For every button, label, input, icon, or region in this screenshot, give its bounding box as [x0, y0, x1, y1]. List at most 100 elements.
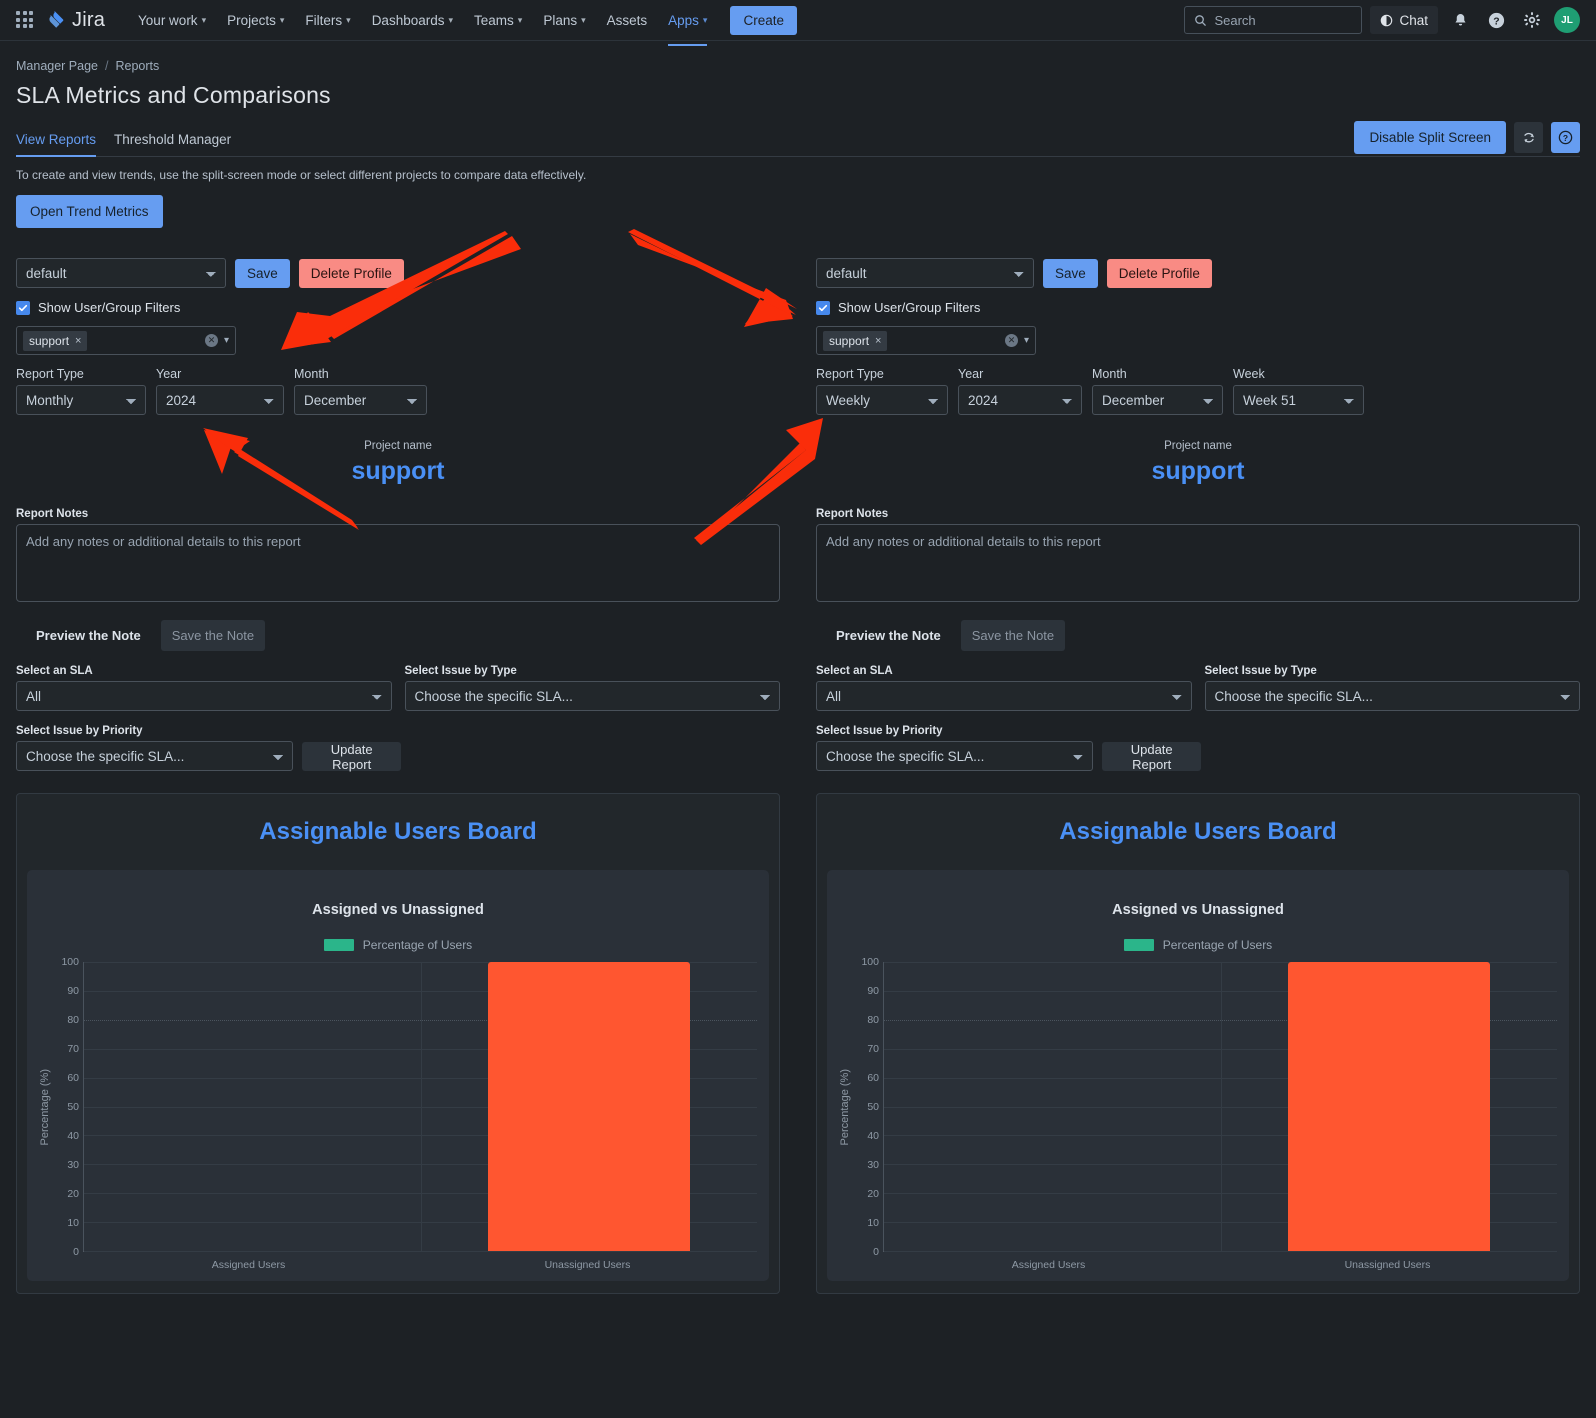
left-year-select[interactable]: 2024 — [156, 385, 284, 415]
help-button[interactable]: ? — [1482, 6, 1510, 34]
right-show-filters-checkbox[interactable] — [816, 300, 830, 315]
chat-icon — [1381, 14, 1393, 26]
left-group-filter-field[interactable]: support × ✕ ▾ — [16, 326, 236, 355]
remove-tag-icon[interactable]: × — [875, 335, 881, 347]
right-y-axis-label: Percentage (%) — [839, 1068, 851, 1146]
tab-bar: View Reports Threshold Manager — [16, 132, 1580, 157]
nav-item-assets[interactable]: Assets — [598, 7, 657, 34]
nav-item-plans[interactable]: Plans ▾ — [534, 7, 594, 34]
left-show-filters-label: Show User/Group Filters — [38, 300, 181, 315]
clear-all-icon[interactable]: ✕ — [204, 334, 218, 347]
left-preview-note-button[interactable]: Preview the Note — [26, 620, 151, 651]
search-placeholder: Search — [1214, 12, 1256, 28]
settings-button[interactable] — [1518, 6, 1546, 34]
breadcrumb-item-reports[interactable]: Reports — [116, 59, 160, 73]
left-select-sla-dropdown[interactable]: All — [16, 681, 392, 711]
tab-view-reports[interactable]: View Reports — [16, 132, 97, 157]
left-update-report-button[interactable]: Update Report — [302, 741, 401, 772]
breadcrumb-item-manager-page[interactable]: Manager Page — [16, 59, 98, 73]
right-select-sla-field: Select an SLA All — [816, 665, 1192, 711]
right-month-select[interactable]: December — [1092, 385, 1223, 415]
right-chart-legend: Percentage of Users — [839, 938, 1557, 952]
y-tick-label: 0 — [73, 1246, 79, 1258]
right-select-sla-dropdown[interactable]: All — [816, 681, 1192, 711]
right-report-type-select[interactable]: Weekly — [816, 385, 948, 415]
left-report-type-select[interactable]: Monthly — [16, 385, 146, 415]
left-delete-profile-button[interactable]: Delete Profile — [298, 258, 404, 288]
refresh-icon — [1523, 132, 1534, 142]
notifications-button[interactable] — [1446, 6, 1474, 34]
nav-item-projects[interactable]: Projects ▾ — [218, 7, 293, 34]
right-update-report-button[interactable]: Update Report — [1102, 741, 1201, 772]
chevron-down-icon: ▾ — [346, 14, 351, 25]
left-select-sla-label: Select an SLA — [16, 665, 93, 677]
left-chart-inner: Assigned vs Unassigned Percentage of Use… — [27, 870, 769, 1281]
nav-label: Plans — [543, 12, 578, 28]
nav-item-your-work[interactable]: Your work ▾ — [129, 7, 215, 34]
left-project-name-block: Project name support — [16, 440, 780, 486]
y-tick-label: 60 — [67, 1072, 79, 1084]
right-issue-type-dropdown[interactable]: Choose the specific SLA... — [1204, 681, 1580, 711]
nav-item-apps[interactable]: Apps ▾ — [659, 7, 716, 46]
chat-button[interactable]: Chat — [1370, 6, 1438, 34]
avatar[interactable]: JL — [1554, 7, 1580, 33]
left-save-button[interactable]: Save — [235, 258, 290, 288]
y-tick-label: 60 — [867, 1072, 879, 1084]
tab-threshold-manager[interactable]: Threshold Manager — [114, 132, 231, 156]
help-info-button[interactable]: ? — [1551, 122, 1580, 153]
right-plot-area — [883, 962, 1557, 1252]
vertical-gridline — [420, 962, 422, 1251]
jira-logo[interactable]: Jira — [44, 9, 105, 32]
chat-label: Chat — [1399, 12, 1428, 28]
right-preview-note-button[interactable]: Preview the Note — [826, 620, 951, 651]
right-month-label: Month — [1092, 367, 1127, 381]
nav-item-filters[interactable]: Filters ▾ — [296, 7, 359, 34]
create-button[interactable]: Create — [730, 5, 797, 35]
right-sla-row-1: Select an SLA All Select Issue by Type C… — [816, 665, 1580, 711]
disable-split-screen-button[interactable]: Disable Split Screen — [1354, 121, 1506, 154]
left-report-notes-textarea[interactable] — [16, 524, 780, 602]
left-chart-card: Assignable Users Board Assigned vs Unass… — [16, 793, 780, 1294]
left-issue-priority-dropdown[interactable]: Choose the specific SLA... — [16, 741, 294, 771]
chevron-down-icon[interactable]: ▾ — [1024, 335, 1029, 346]
left-show-filters-checkbox[interactable] — [16, 300, 30, 315]
right-week-select[interactable]: Week 51 — [1233, 385, 1364, 415]
right-profile-row: default Save Delete Profile — [816, 258, 1580, 288]
refresh-button[interactable] — [1514, 122, 1543, 153]
left-filter-fields: Report Type Monthly Year 2024 Month Dece… — [16, 367, 780, 415]
bar-unassigned-users — [1287, 962, 1490, 1251]
chevron-down-icon[interactable]: ▾ — [224, 335, 229, 346]
right-year-select[interactable]: 2024 — [958, 385, 1082, 415]
legend-label: Percentage of Users — [1162, 938, 1273, 952]
right-delete-profile-button[interactable]: Delete Profile — [1106, 258, 1212, 288]
search-input[interactable]: Search — [1184, 6, 1363, 34]
left-month-select[interactable]: December — [294, 385, 427, 415]
chevron-down-icon: ▾ — [279, 14, 285, 25]
left-issue-type-field: Select Issue by Type Choose the specific… — [404, 665, 780, 711]
app-switcher-icon[interactable] — [16, 11, 34, 29]
right-save-note-button[interactable]: Save the Note — [960, 620, 1066, 651]
remove-tag-icon[interactable]: × — [75, 335, 81, 347]
right-profile-select[interactable]: default — [816, 258, 1034, 288]
nav-item-teams[interactable]: Teams ▾ — [465, 7, 531, 34]
left-chart-title: Assigned vs Unassigned — [312, 902, 484, 918]
left-profile-select[interactable]: default — [16, 258, 226, 288]
left-report-notes-label: Report Notes — [16, 508, 89, 520]
left-save-note-button[interactable]: Save the Note — [160, 620, 266, 651]
right-select-sla-label: Select an SLA — [816, 665, 893, 677]
right-issue-type-label: Select Issue by Type — [1204, 665, 1317, 677]
right-issue-priority-dropdown[interactable]: Choose the specific SLA... — [816, 741, 1094, 771]
right-save-button[interactable]: Save — [1043, 258, 1098, 288]
right-group-filter-field[interactable]: support × ✕ ▾ — [816, 326, 1036, 355]
y-tick-label: 50 — [67, 1101, 79, 1113]
header-actions: Disable Split Screen ? — [1354, 121, 1580, 154]
open-trend-metrics-button[interactable]: Open Trend Metrics — [16, 195, 163, 228]
right-report-notes-textarea[interactable] — [816, 524, 1580, 602]
clear-all-icon[interactable]: ✕ — [1004, 334, 1018, 347]
left-issue-type-dropdown[interactable]: Choose the specific SLA... — [404, 681, 780, 711]
nav-item-dashboards[interactable]: Dashboards ▾ — [363, 7, 462, 34]
y-tick-label: 100 — [861, 956, 879, 968]
right-report-panel: default Save Delete Profile Show User/Gr… — [798, 258, 1580, 1294]
right-x-labels: Assigned Users Unassigned Users — [839, 1259, 1557, 1271]
right-week-field: Week Week 51 — [1233, 367, 1364, 415]
